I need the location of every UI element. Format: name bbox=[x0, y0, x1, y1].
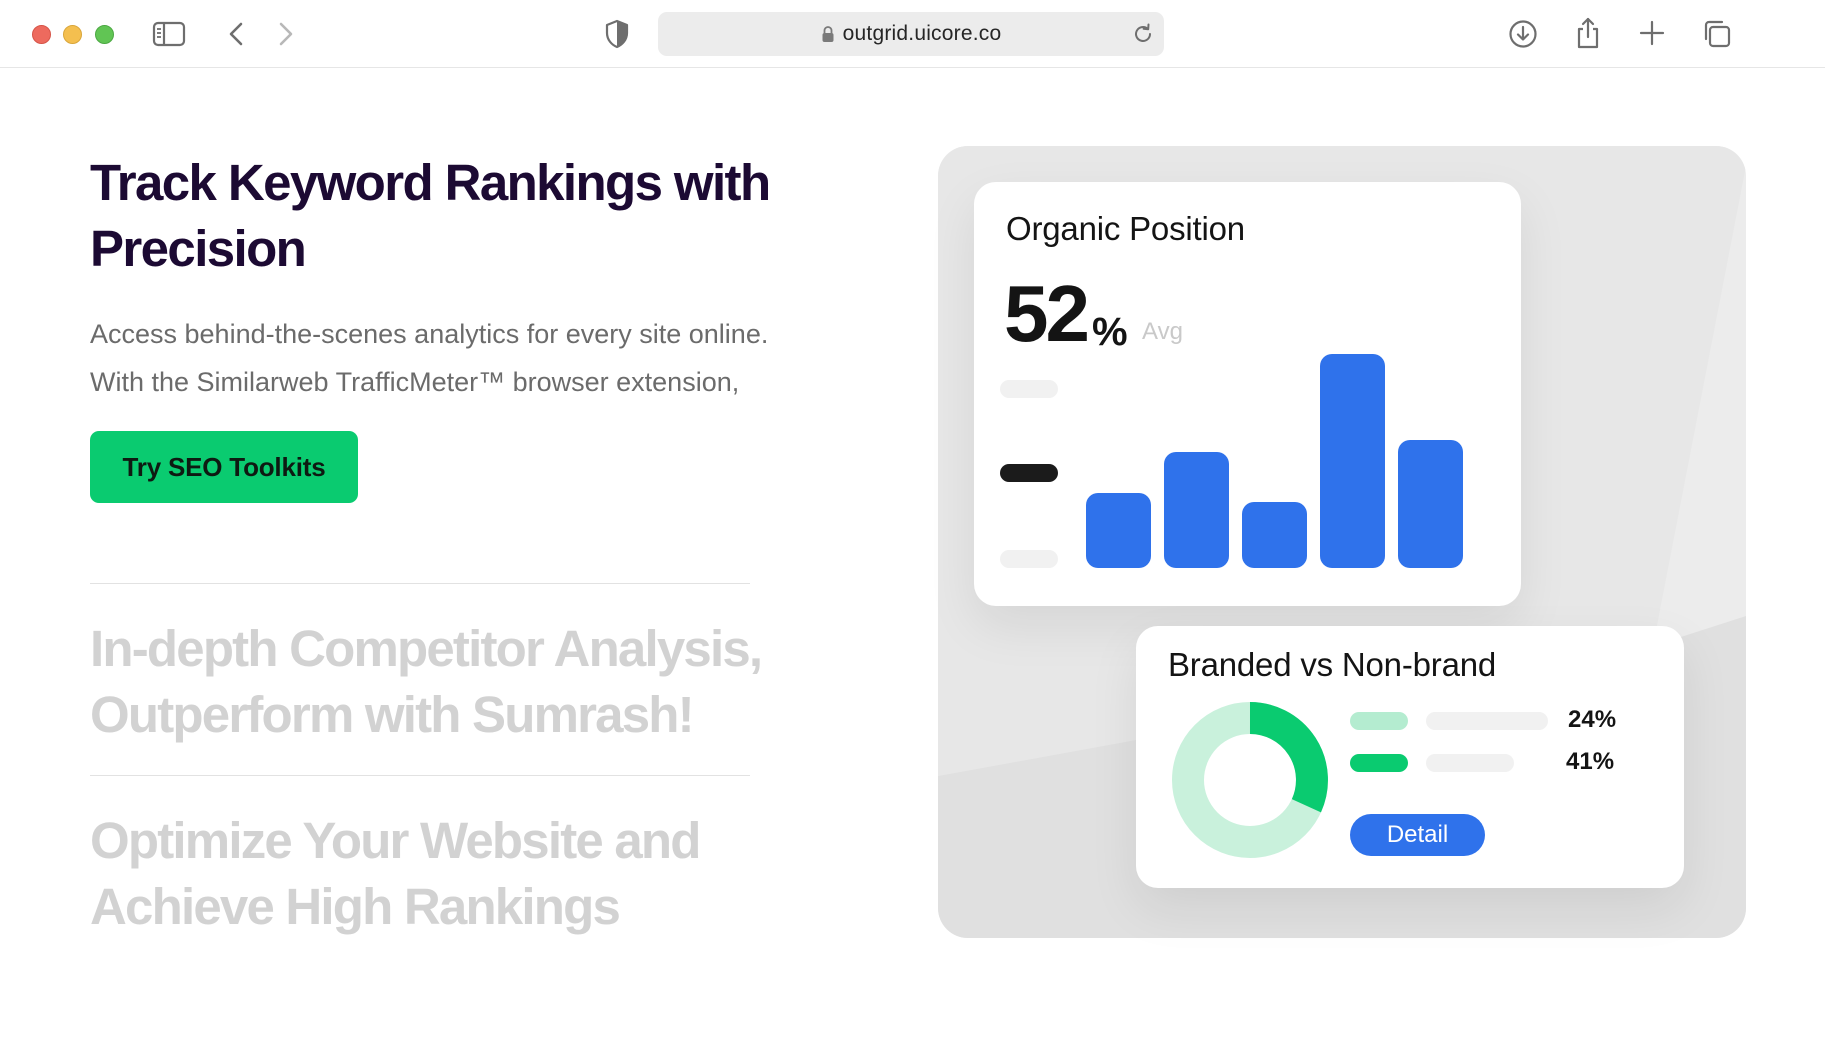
organic-bar bbox=[1086, 493, 1151, 568]
axis-placeholder-pill bbox=[1000, 380, 1058, 398]
organic-position-unit: % bbox=[1092, 310, 1128, 354]
organic-position-card: Organic Position 52 % Avg bbox=[974, 182, 1521, 606]
browser-toolbar: outgrid.uicore.co bbox=[0, 0, 1825, 68]
organic-position-value: 52 bbox=[1004, 269, 1090, 358]
hero-description: Access behind-the-scenes analytics for e… bbox=[90, 319, 769, 397]
card-title: Organic Position bbox=[1006, 210, 1245, 247]
divider bbox=[90, 775, 750, 776]
close-window-button[interactable] bbox=[32, 25, 51, 44]
reload-icon[interactable] bbox=[1132, 23, 1154, 50]
privacy-shield-icon[interactable] bbox=[604, 19, 630, 49]
divider bbox=[90, 583, 750, 584]
zoom-window-button[interactable] bbox=[95, 25, 114, 44]
detail-button[interactable]: Detail bbox=[1350, 814, 1485, 856]
axis-placeholder-pill bbox=[1000, 550, 1058, 568]
legend-swatch-light bbox=[1350, 712, 1408, 730]
branded-vs-nonbrand-card: Branded vs Non-brand 24% 41% Detail bbox=[1136, 626, 1684, 888]
axis-active-pill bbox=[1000, 464, 1058, 482]
organic-bar bbox=[1320, 354, 1385, 568]
hero-section: Track Keyword Rankings with Precision Ac… bbox=[90, 150, 790, 503]
organic-bar bbox=[1398, 440, 1463, 568]
legend-percent: 24% bbox=[1568, 706, 1617, 733]
back-arrow-icon[interactable] bbox=[226, 20, 246, 48]
lock-icon bbox=[821, 25, 835, 43]
card-title: Branded vs Non-brand bbox=[1168, 646, 1497, 683]
download-icon[interactable] bbox=[1508, 19, 1538, 49]
tab-overview-icon[interactable] bbox=[1702, 19, 1732, 49]
minimize-window-button[interactable] bbox=[63, 25, 82, 44]
feature-optimize-website[interactable]: Optimize Your Website and Achieve High R… bbox=[90, 808, 730, 940]
organic-bar bbox=[1242, 502, 1307, 568]
legend-track bbox=[1426, 754, 1514, 772]
forward-arrow-icon[interactable] bbox=[276, 20, 296, 48]
address-bar[interactable]: outgrid.uicore.co bbox=[658, 12, 1164, 56]
hero-title: Track Keyword Rankings with Precision bbox=[90, 154, 771, 277]
sidebar-toggle-icon[interactable] bbox=[152, 20, 186, 48]
avg-label: Avg bbox=[1142, 318, 1183, 345]
new-tab-plus-icon[interactable] bbox=[1639, 20, 1665, 46]
url-text: outgrid.uicore.co bbox=[842, 22, 1002, 45]
legend-track bbox=[1426, 712, 1548, 730]
legend-percent: 41% bbox=[1566, 748, 1615, 775]
donut-chart bbox=[1172, 702, 1328, 858]
feature-competitor-analysis[interactable]: In-depth Competitor Analysis, Outperform… bbox=[90, 616, 790, 748]
organic-bar bbox=[1164, 452, 1229, 568]
legend-swatch-dark bbox=[1350, 754, 1408, 772]
try-seo-toolkits-button[interactable]: Try SEO Toolkits bbox=[90, 431, 358, 503]
share-icon[interactable] bbox=[1574, 16, 1602, 50]
